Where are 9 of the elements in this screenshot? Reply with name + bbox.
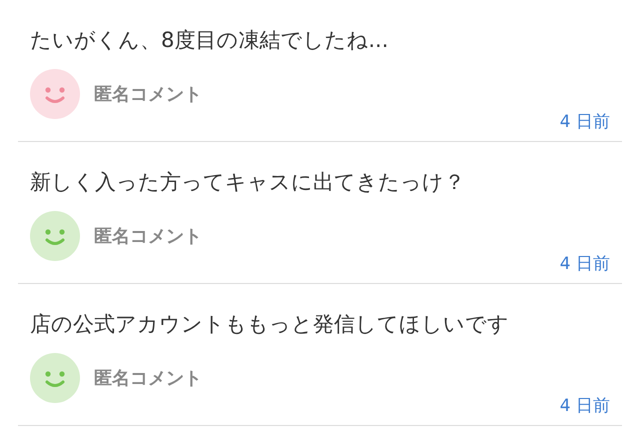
comment-text: 新しく入った方ってキャスに出てきたっけ？: [30, 169, 466, 196]
author-name: 匿名コメント: [94, 83, 202, 106]
timestamp: 4 日前: [560, 111, 610, 133]
timestamp: 4 日前: [560, 253, 610, 275]
comment-text: たいがくん、8度目の凍結でしたね...: [30, 27, 390, 54]
author-name: 匿名コメント: [94, 367, 202, 390]
timestamp: 4 日前: [560, 395, 610, 417]
author-name: 匿名コメント: [94, 225, 202, 248]
comment-text: 店の公式アカウントももっと発信してほしいです: [30, 311, 510, 338]
